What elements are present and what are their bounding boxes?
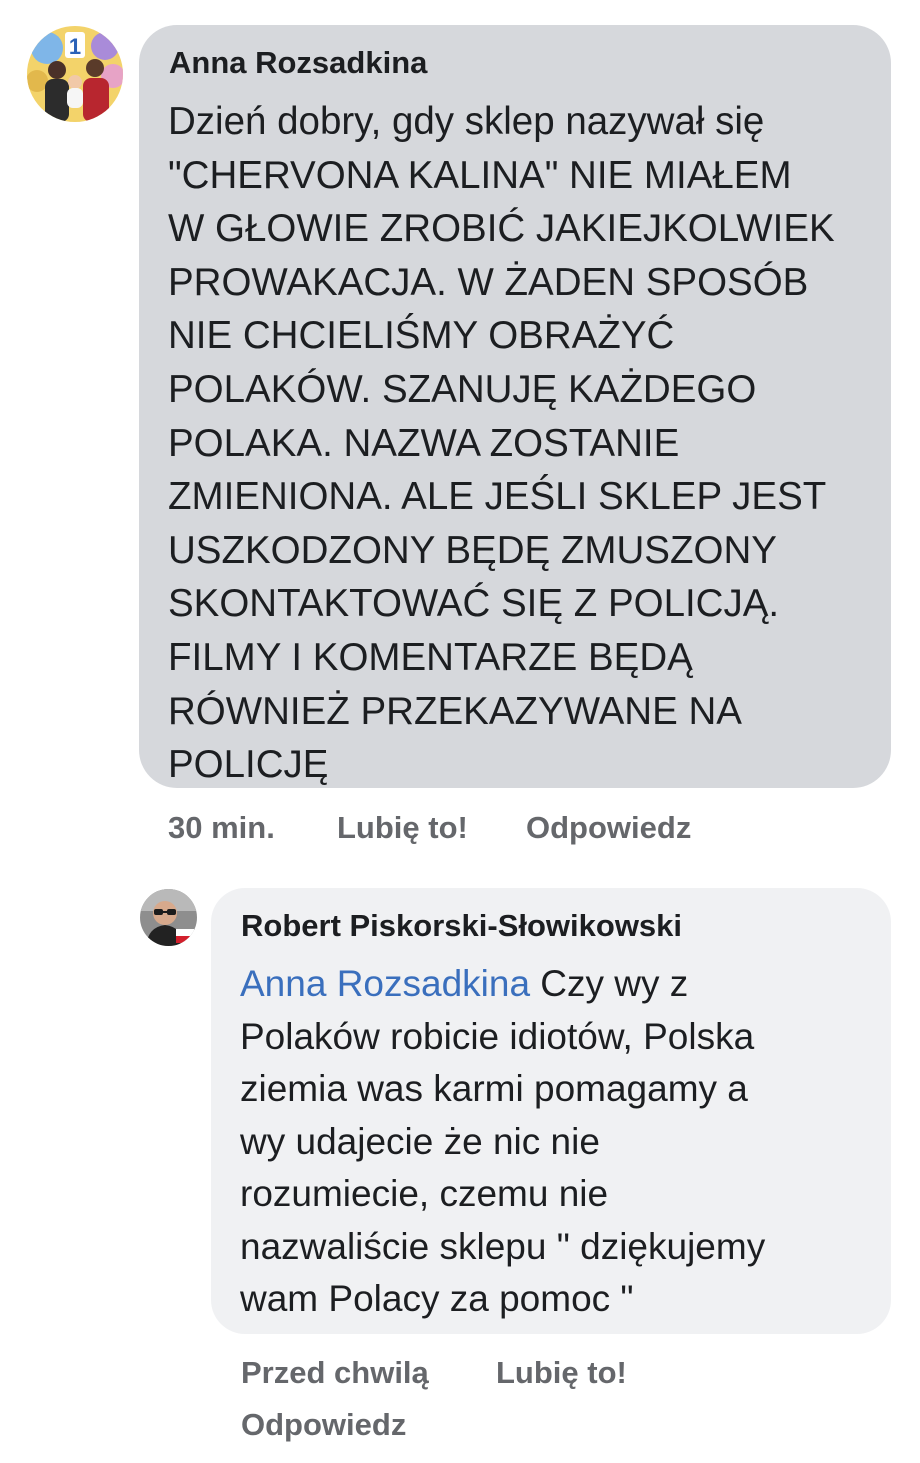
comment-text: Dzień dobry, gdy sklep nazywał się "CHER… (168, 100, 835, 787)
like-button[interactable]: Lubię to! (337, 810, 468, 846)
comment-timestamp[interactable]: 30 min. (168, 810, 275, 846)
reply-timestamp[interactable]: Przed chwilą (241, 1355, 429, 1391)
reply-button[interactable]: Odpowiedz (526, 810, 691, 846)
reply-bubble: Robert Piskorski-Słowikowski Anna Rozsad… (211, 888, 891, 1334)
man-with-glasses-avatar-icon (140, 889, 197, 946)
mention-link[interactable]: Anna Rozsadkina (240, 963, 530, 1004)
comment-author[interactable]: Anna Rozsadkina (169, 45, 427, 81)
reply-text: Anna Rozsadkina Czy wy z Polaków robicie… (240, 958, 880, 1326)
commenter-avatar[interactable]: 1 (27, 26, 123, 122)
reply-like-button[interactable]: Lubię to! (496, 1355, 627, 1391)
reply-author[interactable]: Robert Piskorski-Słowikowski (241, 908, 682, 944)
comment-bubble: Anna Rozsadkina Dzień dobry, gdy sklep n… (139, 25, 891, 788)
svg-text:1: 1 (69, 34, 81, 59)
reply-message: Czy wy z Polaków robicie idiotów, Polska… (240, 963, 766, 1319)
reply-reply-button[interactable]: Odpowiedz (241, 1407, 406, 1443)
reply-avatar[interactable] (140, 889, 197, 946)
family-photo-avatar-icon: 1 (27, 26, 123, 122)
